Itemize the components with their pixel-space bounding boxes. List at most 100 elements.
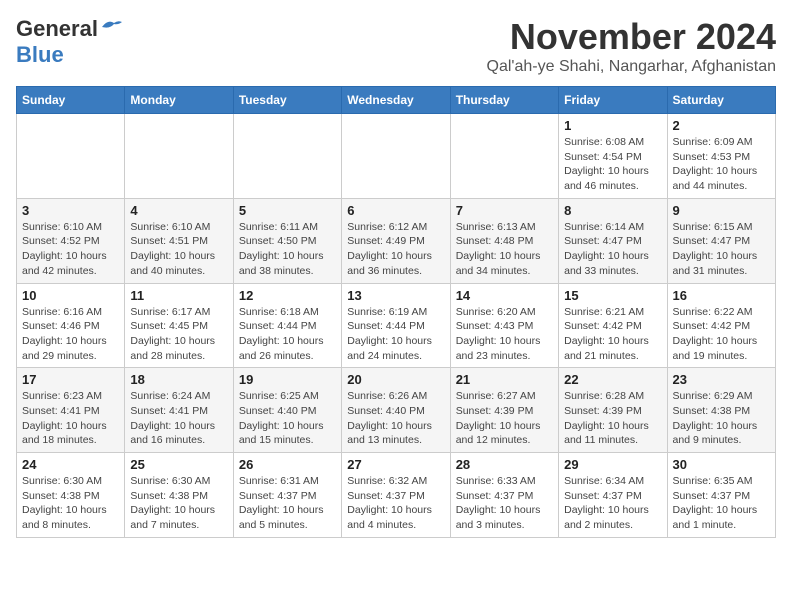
calendar-cell: 26 Sunrise: 6:31 AM Sunset: 4:37 PM Dayli… xyxy=(233,453,341,538)
day-info: Sunrise: 6:21 AM Sunset: 4:42 PM Dayligh… xyxy=(564,305,661,364)
day-number: 19 xyxy=(239,372,336,387)
calendar-cell xyxy=(342,114,450,199)
day-number: 6 xyxy=(347,203,444,218)
day-number: 28 xyxy=(456,457,553,472)
day-info: Sunrise: 6:13 AM Sunset: 4:48 PM Dayligh… xyxy=(456,220,553,279)
calendar-cell xyxy=(17,114,125,199)
calendar-cell: 27 Sunrise: 6:32 AM Sunset: 4:37 PM Dayli… xyxy=(342,453,450,538)
calendar-cell: 13 Sunrise: 6:19 AM Sunset: 4:44 PM Dayli… xyxy=(342,283,450,368)
day-number: 30 xyxy=(673,457,770,472)
calendar-cell: 24 Sunrise: 6:30 AM Sunset: 4:38 PM Dayli… xyxy=(17,453,125,538)
day-info: Sunrise: 6:20 AM Sunset: 4:43 PM Dayligh… xyxy=(456,305,553,364)
day-info: Sunrise: 6:10 AM Sunset: 4:52 PM Dayligh… xyxy=(22,220,119,279)
calendar-cell: 30 Sunrise: 6:35 AM Sunset: 4:37 PM Dayli… xyxy=(667,453,775,538)
calendar-table: SundayMondayTuesdayWednesdayThursdayFrid… xyxy=(16,86,776,538)
calendar-header-row: SundayMondayTuesdayWednesdayThursdayFrid… xyxy=(17,87,776,114)
day-number: 26 xyxy=(239,457,336,472)
day-info: Sunrise: 6:17 AM Sunset: 4:45 PM Dayligh… xyxy=(130,305,227,364)
calendar-cell: 2Sunrise: 6:09 AM Sunset: 4:53 PM Daylig… xyxy=(667,114,775,199)
day-info: Sunrise: 6:16 AM Sunset: 4:46 PM Dayligh… xyxy=(22,305,119,364)
calendar-cell: 28 Sunrise: 6:33 AM Sunset: 4:37 PM Dayli… xyxy=(450,453,558,538)
calendar-cell: 8 Sunrise: 6:14 AM Sunset: 4:47 PM Daylig… xyxy=(559,198,667,283)
day-info: Sunrise: 6:27 AM Sunset: 4:39 PM Dayligh… xyxy=(456,389,553,448)
day-info: Sunrise: 6:22 AM Sunset: 4:42 PM Dayligh… xyxy=(673,305,770,364)
calendar-cell: 3Sunrise: 6:10 AM Sunset: 4:52 PM Daylig… xyxy=(17,198,125,283)
calendar-cell: 5 Sunrise: 6:11 AM Sunset: 4:50 PM Daylig… xyxy=(233,198,341,283)
calendar-header-wednesday: Wednesday xyxy=(342,87,450,114)
day-info: Sunrise: 6:34 AM Sunset: 4:37 PM Dayligh… xyxy=(564,474,661,533)
day-number: 15 xyxy=(564,288,661,303)
day-info: Sunrise: 6:08 AM Sunset: 4:54 PM Dayligh… xyxy=(564,135,661,194)
calendar-header-saturday: Saturday xyxy=(667,87,775,114)
calendar-cell xyxy=(233,114,341,199)
day-number: 7 xyxy=(456,203,553,218)
calendar-cell: 17 Sunrise: 6:23 AM Sunset: 4:41 PM Dayli… xyxy=(17,368,125,453)
calendar-cell xyxy=(450,114,558,199)
calendar-cell: 15 Sunrise: 6:21 AM Sunset: 4:42 PM Dayli… xyxy=(559,283,667,368)
day-info: Sunrise: 6:30 AM Sunset: 4:38 PM Dayligh… xyxy=(130,474,227,533)
month-title: November 2024 xyxy=(487,16,776,58)
calendar-cell: 16 Sunrise: 6:22 AM Sunset: 4:42 PM Dayli… xyxy=(667,283,775,368)
day-number: 13 xyxy=(347,288,444,303)
calendar-cell: 21 Sunrise: 6:27 AM Sunset: 4:39 PM Dayli… xyxy=(450,368,558,453)
calendar-header-friday: Friday xyxy=(559,87,667,114)
calendar-row-2: 10 Sunrise: 6:16 AM Sunset: 4:46 PM Dayli… xyxy=(17,283,776,368)
logo-blue-text: Blue xyxy=(16,42,64,68)
calendar-cell: 23 Sunrise: 6:29 AM Sunset: 4:38 PM Dayli… xyxy=(667,368,775,453)
day-number: 8 xyxy=(564,203,661,218)
location-subtitle: Qal'ah-ye Shahi, Nangarhar, Afghanistan xyxy=(487,58,776,76)
day-info: Sunrise: 6:26 AM Sunset: 4:40 PM Dayligh… xyxy=(347,389,444,448)
calendar-cell: 1 Sunrise: 6:08 AM Sunset: 4:54 PM Daylig… xyxy=(559,114,667,199)
day-info: Sunrise: 6:32 AM Sunset: 4:37 PM Dayligh… xyxy=(347,474,444,533)
day-number: 1 xyxy=(564,118,661,133)
day-number: 29 xyxy=(564,457,661,472)
calendar-cell: 12 Sunrise: 6:18 AM Sunset: 4:44 PM Dayli… xyxy=(233,283,341,368)
day-info: Sunrise: 6:30 AM Sunset: 4:38 PM Dayligh… xyxy=(22,474,119,533)
day-number: 23 xyxy=(673,372,770,387)
day-info: Sunrise: 6:24 AM Sunset: 4:41 PM Dayligh… xyxy=(130,389,227,448)
logo-general-text: General xyxy=(16,16,98,42)
day-number: 20 xyxy=(347,372,444,387)
day-number: 11 xyxy=(130,288,227,303)
calendar-cell: 11 Sunrise: 6:17 AM Sunset: 4:45 PM Dayli… xyxy=(125,283,233,368)
day-info: Sunrise: 6:11 AM Sunset: 4:50 PM Dayligh… xyxy=(239,220,336,279)
day-number: 17 xyxy=(22,372,119,387)
day-info: Sunrise: 6:18 AM Sunset: 4:44 PM Dayligh… xyxy=(239,305,336,364)
day-number: 12 xyxy=(239,288,336,303)
day-number: 9 xyxy=(673,203,770,218)
calendar-header-monday: Monday xyxy=(125,87,233,114)
calendar-cell: 20 Sunrise: 6:26 AM Sunset: 4:40 PM Dayli… xyxy=(342,368,450,453)
day-info: Sunrise: 6:10 AM Sunset: 4:51 PM Dayligh… xyxy=(130,220,227,279)
calendar-header-tuesday: Tuesday xyxy=(233,87,341,114)
calendar-header-sunday: Sunday xyxy=(17,87,125,114)
day-number: 10 xyxy=(22,288,119,303)
page-header: General Blue November 2024 Qal'ah-ye Sha… xyxy=(16,16,776,76)
day-info: Sunrise: 6:09 AM Sunset: 4:53 PM Dayligh… xyxy=(673,135,770,194)
day-info: Sunrise: 6:19 AM Sunset: 4:44 PM Dayligh… xyxy=(347,305,444,364)
day-number: 14 xyxy=(456,288,553,303)
day-number: 24 xyxy=(22,457,119,472)
calendar-row-0: 1 Sunrise: 6:08 AM Sunset: 4:54 PM Daylig… xyxy=(17,114,776,199)
day-number: 16 xyxy=(673,288,770,303)
calendar-cell xyxy=(125,114,233,199)
day-number: 5 xyxy=(239,203,336,218)
calendar-cell: 22Sunrise: 6:28 AM Sunset: 4:39 PM Dayli… xyxy=(559,368,667,453)
day-number: 27 xyxy=(347,457,444,472)
day-info: Sunrise: 6:31 AM Sunset: 4:37 PM Dayligh… xyxy=(239,474,336,533)
day-info: Sunrise: 6:14 AM Sunset: 4:47 PM Dayligh… xyxy=(564,220,661,279)
day-number: 21 xyxy=(456,372,553,387)
calendar-cell: 6Sunrise: 6:12 AM Sunset: 4:49 PM Daylig… xyxy=(342,198,450,283)
calendar-cell: 29 Sunrise: 6:34 AM Sunset: 4:37 PM Dayli… xyxy=(559,453,667,538)
day-info: Sunrise: 6:15 AM Sunset: 4:47 PM Dayligh… xyxy=(673,220,770,279)
day-info: Sunrise: 6:33 AM Sunset: 4:37 PM Dayligh… xyxy=(456,474,553,533)
calendar-cell: 9 Sunrise: 6:15 AM Sunset: 4:47 PM Daylig… xyxy=(667,198,775,283)
day-info: Sunrise: 6:29 AM Sunset: 4:38 PM Dayligh… xyxy=(673,389,770,448)
day-info: Sunrise: 6:35 AM Sunset: 4:37 PM Dayligh… xyxy=(673,474,770,533)
calendar-cell: 18Sunrise: 6:24 AM Sunset: 4:41 PM Dayli… xyxy=(125,368,233,453)
calendar-cell: 4Sunrise: 6:10 AM Sunset: 4:51 PM Daylig… xyxy=(125,198,233,283)
calendar-cell: 7 Sunrise: 6:13 AM Sunset: 4:48 PM Daylig… xyxy=(450,198,558,283)
calendar-row-1: 3Sunrise: 6:10 AM Sunset: 4:52 PM Daylig… xyxy=(17,198,776,283)
day-info: Sunrise: 6:23 AM Sunset: 4:41 PM Dayligh… xyxy=(22,389,119,448)
logo-bird-icon xyxy=(100,19,122,35)
calendar-cell: 10 Sunrise: 6:16 AM Sunset: 4:46 PM Dayli… xyxy=(17,283,125,368)
